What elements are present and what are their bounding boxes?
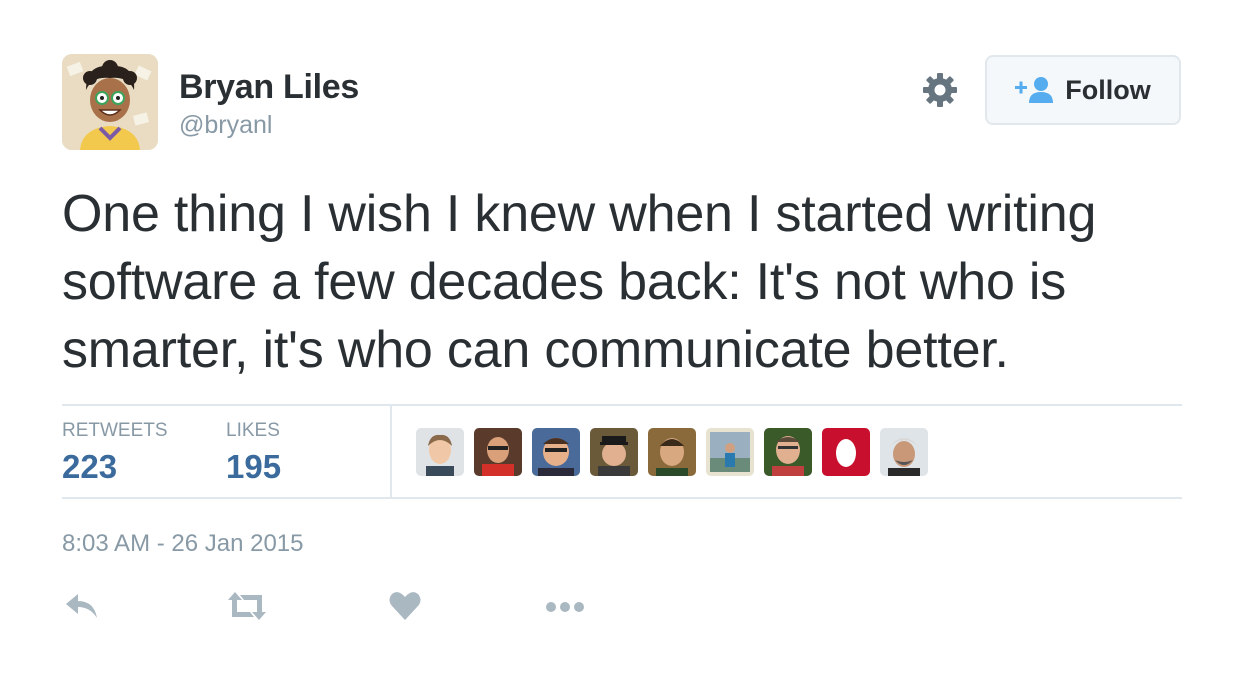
divider	[62, 497, 1182, 499]
tweet-timestamp[interactable]: 8:03 AM - 26 Jan 2015	[62, 530, 304, 558]
reply-icon[interactable]	[64, 590, 104, 626]
liker-avatar[interactable]	[590, 428, 638, 476]
liker-avatar[interactable]	[416, 428, 464, 476]
author-handle[interactable]: @bryanl	[179, 111, 272, 140]
retweets-label: RETWEETS	[62, 420, 168, 441]
author-avatar[interactable]	[62, 54, 158, 150]
liker-avatar[interactable]	[764, 428, 812, 476]
more-dots-icon[interactable]	[544, 590, 584, 626]
retweet-icon[interactable]	[226, 590, 266, 626]
liker-avatar[interactable]	[706, 428, 754, 476]
heart-icon[interactable]	[388, 590, 428, 626]
liker-avatar[interactable]	[648, 428, 696, 476]
add-user-icon	[1015, 76, 1055, 104]
retweets-stat[interactable]: RETWEETS 223	[62, 420, 168, 486]
follow-label: Follow	[1065, 74, 1151, 105]
tweet-text: One thing I wish I knew when I started w…	[62, 185, 1097, 379]
author-name[interactable]: Bryan Liles	[179, 68, 359, 107]
gear-icon[interactable]	[920, 70, 960, 110]
liker-avatar[interactable]	[532, 428, 580, 476]
likes-label: LIKES	[226, 420, 280, 441]
follow-button[interactable]: Follow	[985, 55, 1181, 125]
divider	[390, 406, 392, 497]
liker-avatar[interactable]	[880, 428, 928, 476]
retweets-count: 223	[62, 448, 118, 485]
likes-stat[interactable]: LIKES 195	[226, 420, 281, 486]
divider	[62, 404, 1182, 406]
liker-avatar[interactable]	[474, 428, 522, 476]
likes-count: 195	[226, 448, 282, 485]
liker-avatar[interactable]	[822, 428, 870, 476]
liker-avatars	[416, 428, 928, 476]
